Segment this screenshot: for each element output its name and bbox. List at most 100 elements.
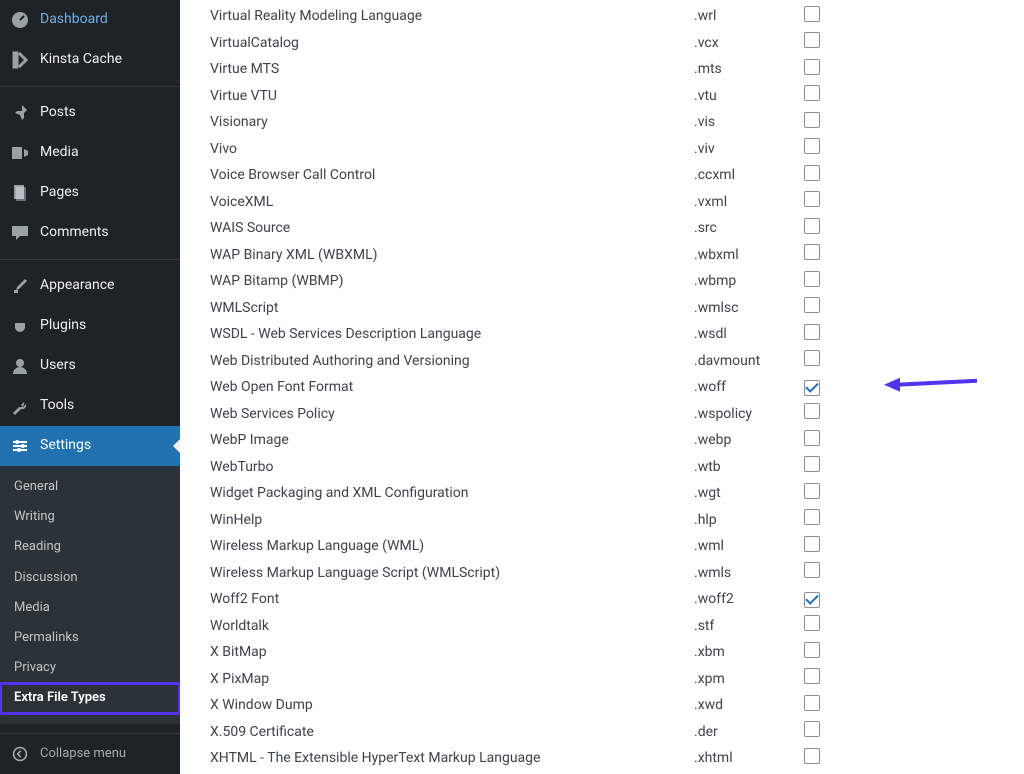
media-icon — [10, 143, 30, 163]
filetype-ext: .wsdl — [694, 325, 804, 345]
filetype-row: Widget Packaging and XML Configuration.w… — [210, 481, 1004, 508]
sidebar-item-settings[interactable]: Settings — [0, 426, 180, 466]
menu-separator — [0, 259, 180, 260]
filetype-ext: .webp — [694, 431, 804, 451]
submenu-item-reading[interactable]: Reading — [0, 532, 180, 562]
filetype-name: Visionary — [210, 113, 694, 133]
filetype-name: VirtualCatalog — [210, 34, 694, 54]
filetype-checkbox[interactable] — [804, 350, 820, 366]
filetype-checkbox[interactable] — [804, 695, 820, 711]
filetype-name: Wireless Markup Language Script (WMLScri… — [210, 564, 694, 584]
plug-icon — [10, 316, 30, 336]
sidebar-item-media[interactable]: Media — [0, 133, 180, 173]
sidebar-item-kinsta-cache[interactable]: Kinsta Cache — [0, 40, 180, 80]
filetype-checkbox[interactable] — [804, 456, 820, 472]
sidebar-item-users[interactable]: Users — [0, 346, 180, 386]
filetype-checkbox[interactable] — [804, 191, 820, 207]
submenu-item-general[interactable]: General — [0, 472, 180, 502]
filetype-checkbox[interactable] — [804, 324, 820, 340]
filetype-checkbox[interactable] — [804, 483, 820, 499]
sidebar-item-dashboard[interactable]: Dashboard — [0, 0, 180, 40]
filetype-name: X BitMap — [210, 643, 694, 663]
filetype-name: Worldtalk — [210, 617, 694, 637]
filetype-row: X Window Dump.xwd — [210, 693, 1004, 720]
filetype-ext: .ccxml — [694, 166, 804, 186]
filetype-ext: .hlp — [694, 511, 804, 531]
submenu-item-privacy[interactable]: Privacy — [0, 653, 180, 683]
collapse-icon — [10, 744, 30, 764]
filetype-checkbox[interactable] — [804, 536, 820, 552]
sidebar-item-label: Settings — [40, 436, 172, 456]
filetype-ext: .xwd — [694, 696, 804, 716]
submenu-item-permalinks[interactable]: Permalinks — [0, 623, 180, 653]
filetype-row: Visionary.vis — [210, 110, 1004, 137]
settings-submenu: GeneralWritingReadingDiscussionMediaPerm… — [0, 466, 180, 724]
filetype-row: Virtue MTS.mts — [210, 57, 1004, 84]
filetype-checkbox[interactable] — [804, 112, 820, 128]
filetype-checkbox[interactable] — [804, 592, 820, 608]
main-content: Virtual Reality Modeling Language.wrl Vir… — [180, 0, 1024, 774]
sidebar-item-appearance[interactable]: Appearance — [0, 266, 180, 306]
sidebar-item-tools[interactable]: Tools — [0, 386, 180, 426]
submenu-item-media[interactable]: Media — [0, 593, 180, 623]
sidebar-item-label: Kinsta Cache — [40, 50, 172, 70]
submenu-item-extra-file-types[interactable]: Extra File Types — [0, 683, 180, 713]
sidebar-item-label: Tools — [40, 396, 172, 416]
filetype-checkbox[interactable] — [804, 668, 820, 684]
filetype-name: Web Distributed Authoring and Versioning — [210, 352, 694, 372]
filetype-checkbox[interactable] — [804, 615, 820, 631]
submenu-item-writing[interactable]: Writing — [0, 502, 180, 532]
filetype-checkbox[interactable] — [804, 85, 820, 101]
filetype-checkbox[interactable] — [804, 562, 820, 578]
filetype-name: WMLScript — [210, 299, 694, 319]
sidebar-item-pages[interactable]: Pages — [0, 173, 180, 213]
filetype-ext: .woff2 — [694, 590, 804, 610]
sliders-icon — [10, 436, 30, 456]
filetype-checkbox[interactable] — [804, 509, 820, 525]
filetype-checkbox[interactable] — [804, 380, 820, 396]
submenu-item-discussion[interactable]: Discussion — [0, 563, 180, 593]
filetype-checkbox[interactable] — [804, 297, 820, 313]
filetype-checkbox[interactable] — [804, 721, 820, 737]
filetype-checkbox[interactable] — [804, 244, 820, 260]
filetype-name: WAP Binary XML (WBXML) — [210, 246, 694, 266]
filetype-checkbox[interactable] — [804, 6, 820, 22]
users-icon — [10, 356, 30, 376]
filetype-checkbox[interactable] — [804, 59, 820, 75]
collapse-menu-button[interactable]: Collapse menu — [0, 733, 180, 774]
filetype-checkbox[interactable] — [804, 218, 820, 234]
filetype-row: Voice Browser Call Control.ccxml — [210, 163, 1004, 190]
dashboard-icon — [10, 10, 30, 30]
filetype-row: WinHelp.hlp — [210, 508, 1004, 535]
sidebar-item-posts[interactable]: Posts — [0, 93, 180, 133]
admin-sidebar: DashboardKinsta Cache PostsMediaPagesCom… — [0, 0, 180, 774]
filetype-ext: .wbxml — [694, 246, 804, 266]
filetype-name: X.509 Certificate — [210, 723, 694, 743]
filetype-checkbox[interactable] — [804, 403, 820, 419]
filetype-name: Web Open Font Format — [210, 378, 694, 398]
filetype-checkbox[interactable] — [804, 165, 820, 181]
filetype-checkbox[interactable] — [804, 430, 820, 446]
filetype-ext: .wtb — [694, 458, 804, 478]
pages-icon — [10, 183, 30, 203]
sidebar-item-label: Plugins — [40, 316, 172, 336]
sidebar-item-comments[interactable]: Comments — [0, 213, 180, 253]
filetype-checkbox[interactable] — [804, 138, 820, 154]
filetype-checkbox[interactable] — [804, 32, 820, 48]
filetype-checkbox[interactable] — [804, 748, 820, 764]
filetype-ext: .wmls — [694, 564, 804, 584]
sidebar-item-label: Dashboard — [40, 10, 172, 30]
menu-separator — [0, 86, 180, 87]
sidebar-item-label: Comments — [40, 223, 172, 243]
filetype-row: WebTurbo.wtb — [210, 455, 1004, 482]
filetype-name: Vivo — [210, 140, 694, 160]
filetype-checkbox[interactable] — [804, 642, 820, 658]
filetype-row: X.509 Certificate.der — [210, 720, 1004, 747]
filetype-ext: .wrl — [694, 7, 804, 27]
sidebar-item-label: Appearance — [40, 276, 172, 296]
filetype-row: WMLScript.wmlsc — [210, 296, 1004, 323]
filetype-checkbox[interactable] — [804, 271, 820, 287]
sidebar-item-plugins[interactable]: Plugins — [0, 306, 180, 346]
filetype-row: Virtual Reality Modeling Language.wrl — [210, 4, 1004, 31]
filetype-ext: .xpm — [694, 670, 804, 690]
